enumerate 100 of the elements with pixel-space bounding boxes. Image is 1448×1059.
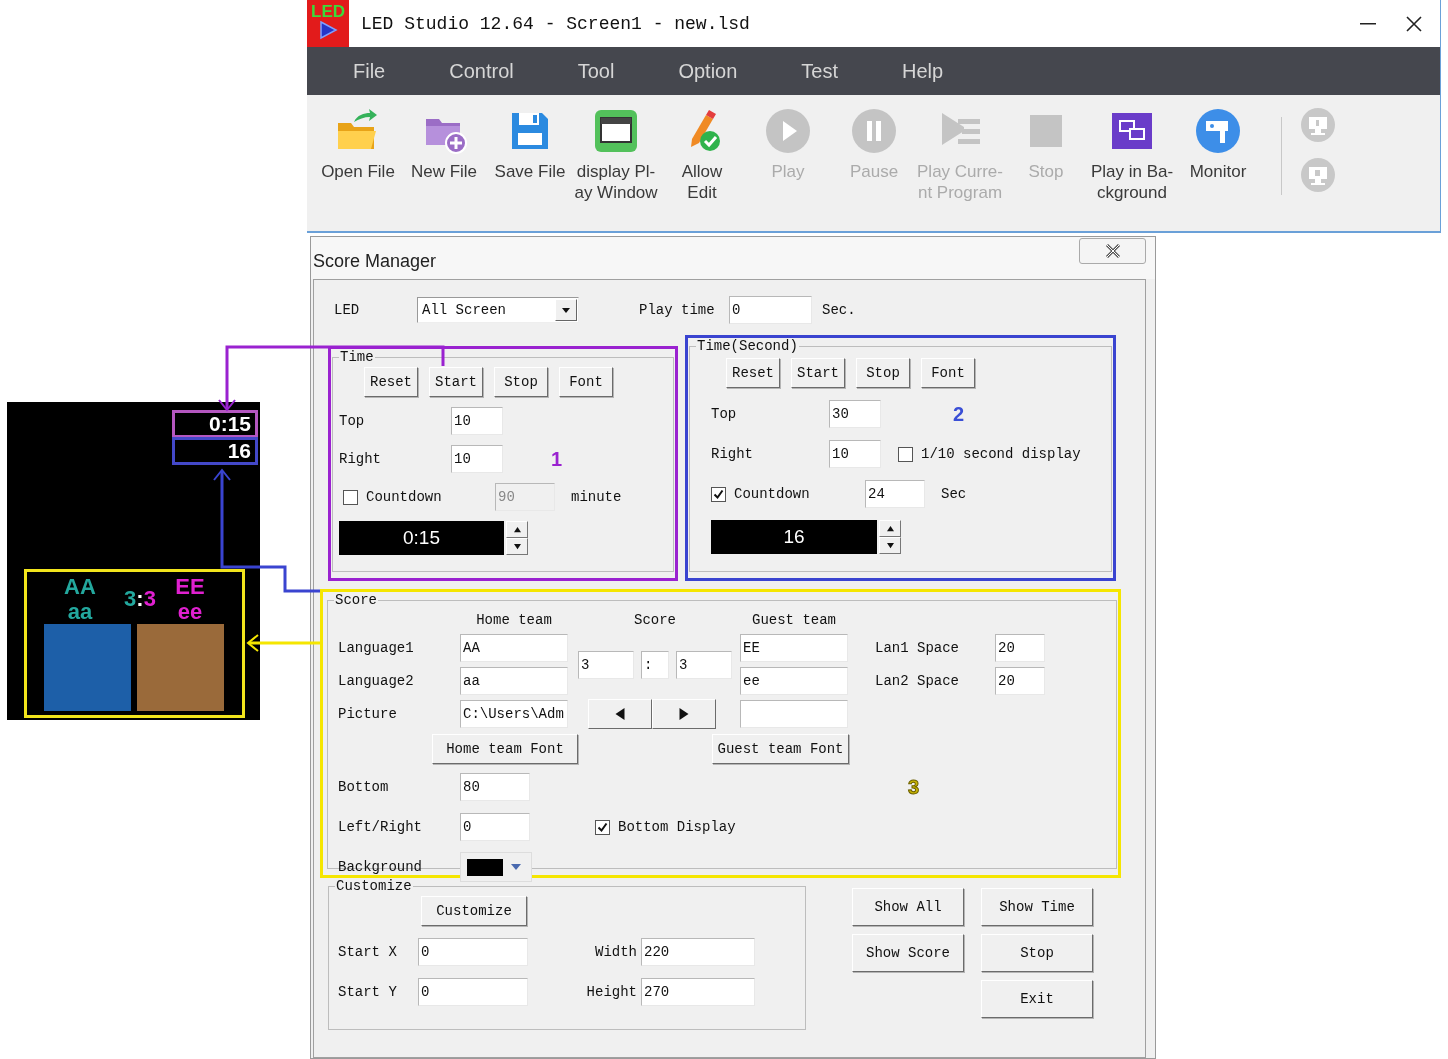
field-label: Start X	[338, 944, 398, 960]
checkbox-label: Countdown	[366, 489, 443, 505]
toolbar-button[interactable]: Save File	[487, 107, 573, 182]
group-title: Time	[339, 349, 375, 365]
text-input[interactable]: aa	[460, 667, 568, 695]
menu-item[interactable]: Help	[902, 59, 944, 83]
monitor-icon	[1300, 157, 1336, 193]
field-label: Language1	[338, 640, 414, 656]
spin-down-button[interactable]	[879, 537, 901, 554]
group-button[interactable]: Start	[791, 358, 845, 388]
group-button[interactable]: Reset	[364, 367, 418, 397]
text-input[interactable]: AA	[460, 634, 568, 662]
field-label: Top	[339, 413, 366, 429]
group-button[interactable]: Stop	[494, 367, 548, 397]
toolbar-button[interactable]: Play in Ba- ckground	[1089, 107, 1175, 203]
toolbar-button[interactable]: Open File	[315, 107, 401, 182]
width-input[interactable]: 220	[641, 938, 755, 966]
toolbar-button[interactable]: Monitor	[1175, 107, 1261, 182]
customize-button[interactable]: Customize	[421, 896, 527, 926]
caret-icon	[511, 864, 521, 870]
spin-down-button[interactable]	[506, 538, 528, 555]
path-input[interactable]	[740, 700, 848, 728]
action-button[interactable]: Stop	[981, 934, 1093, 972]
left-right-input[interactable]: 0	[460, 813, 530, 841]
field-label: Lan1 Space	[875, 640, 959, 656]
countdown-input[interactable]: 24	[865, 480, 925, 508]
path-input[interactable]: C:\Users\Adm	[460, 700, 568, 728]
group-button[interactable]: Font	[921, 358, 975, 388]
camera-icon	[1194, 107, 1242, 155]
font-button[interactable]: Home team Font	[432, 734, 578, 764]
checkbox[interactable]	[343, 489, 358, 505]
monitor-icon	[1300, 107, 1336, 143]
start-y-input[interactable]: 0	[418, 978, 528, 1006]
triangle-icon	[318, 20, 338, 40]
previous-button[interactable]	[588, 699, 652, 729]
bottom-input[interactable]: 80	[460, 773, 530, 801]
color-picker[interactable]	[460, 852, 532, 882]
checkbox[interactable]	[711, 486, 726, 502]
dropdown-button[interactable]	[555, 299, 577, 321]
group-button[interactable]: Start	[429, 367, 483, 397]
score-separator[interactable]: :	[641, 650, 669, 679]
action-button[interactable]: Show Score	[852, 934, 964, 972]
home-name: AA	[64, 573, 96, 599]
score-input[interactable]: 3	[578, 650, 634, 679]
checkbox-label: Countdown	[734, 486, 811, 502]
score-text: 3:3	[124, 585, 156, 612]
field-label: LED	[334, 302, 361, 318]
text-input[interactable]: EE	[740, 634, 848, 662]
unit-label: Sec	[941, 486, 967, 502]
toolbar-button[interactable]: display Pl- ay Window	[573, 107, 659, 203]
home-name: aa	[67, 598, 93, 624]
marker-number: 2	[953, 402, 965, 426]
top-input[interactable]: 10	[451, 407, 503, 435]
score-input[interactable]: 3	[676, 650, 732, 679]
field-label: Start Y	[338, 984, 398, 1000]
led-dropdown[interactable]: All Screen	[417, 297, 579, 323]
play-time-input[interactable]: 0	[729, 296, 812, 324]
field-label: Lan2 Space	[875, 673, 959, 689]
close-icon	[1104, 244, 1121, 258]
spin-up-button[interactable]	[879, 520, 901, 537]
right-input[interactable]: 10	[829, 440, 881, 468]
minimize-icon	[1360, 22, 1376, 25]
right-input[interactable]: 10	[451, 445, 503, 473]
menu-item[interactable]: File	[353, 59, 386, 83]
space-input[interactable]: 20	[995, 667, 1045, 695]
next-button[interactable]	[652, 699, 716, 729]
toolbar-button[interactable]: Allow Edit	[659, 107, 745, 203]
spin-up-button[interactable]	[506, 521, 528, 538]
action-button[interactable]: Exit	[981, 980, 1093, 1018]
checkbox[interactable]	[898, 446, 913, 462]
menu-item[interactable]: Control	[449, 59, 514, 83]
font-button[interactable]: Guest team Font	[712, 734, 849, 764]
menu-item[interactable]: Option	[678, 59, 738, 83]
play-icon	[764, 107, 812, 155]
marker-number: 3	[908, 775, 920, 799]
right-arrow-icon	[678, 708, 690, 720]
top-input[interactable]: 30	[829, 400, 881, 428]
text-input[interactable]: ee	[740, 667, 848, 695]
field-label: Picture	[338, 706, 397, 722]
checkbox-label: Bottom Display	[618, 819, 736, 835]
field-label: Right	[711, 446, 754, 462]
column-header: Score	[634, 612, 676, 628]
field-label: Right	[339, 451, 382, 467]
action-button[interactable]: Show All	[852, 888, 964, 926]
start-x-input[interactable]: 0	[418, 938, 528, 966]
action-button[interactable]: Show Time	[981, 888, 1093, 926]
group-title: Customize	[335, 878, 413, 894]
down-arrow-icon	[513, 543, 521, 550]
space-input[interactable]: 20	[995, 634, 1045, 662]
menu-item[interactable]: Test	[801, 59, 839, 83]
toolbar-button[interactable]: New File	[401, 107, 487, 182]
close-button[interactable]	[1079, 238, 1146, 264]
seconds-box: 16	[172, 437, 258, 465]
group-button[interactable]: Stop	[856, 358, 910, 388]
group-button[interactable]: Font	[559, 367, 613, 397]
group-button[interactable]: Reset	[726, 358, 780, 388]
menu-item[interactable]: Tool	[577, 59, 615, 83]
down-arrow-icon	[886, 542, 894, 549]
checkbox[interactable]	[595, 819, 610, 835]
height-input[interactable]: 270	[641, 978, 755, 1006]
